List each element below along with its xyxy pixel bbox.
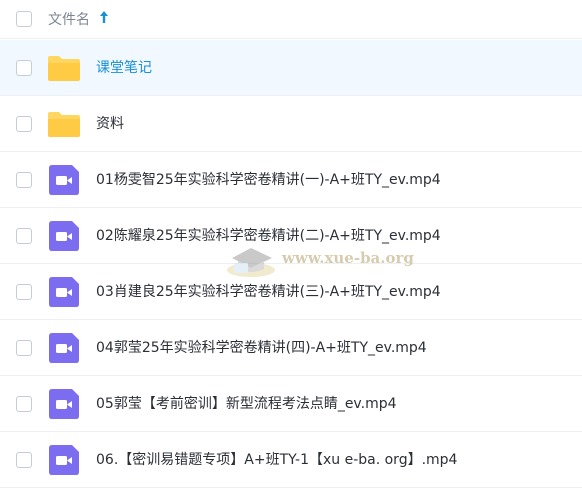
video-file-icon [49,277,79,307]
video-file-icon [49,221,79,251]
row-checkbox[interactable] [16,452,32,468]
list-item-video[interactable]: 05郭莹【考前密训】新型流程考法点睛_ev.mp4 [0,376,582,432]
row-checkbox[interactable] [16,340,32,356]
file-list: 文件名 课堂笔记 资料 01杨雯智25年实验科学密卷精讲(一)-A+班TY_ev… [0,0,582,488]
row-checkbox[interactable] [16,284,32,300]
video-file-icon [49,389,79,419]
file-name[interactable]: 06.【密训易错题专项】A+班TY-1【xu e-ba. org】.mp4 [96,450,457,470]
file-name[interactable]: 资料 [96,114,124,134]
file-name[interactable]: 03肖建良25年实验科学密卷精讲(三)-A+班TY_ev.mp4 [96,282,441,302]
list-item-video[interactable]: 01杨雯智25年实验科学密卷精讲(一)-A+班TY_ev.mp4 [0,152,582,208]
list-item-video[interactable]: 04郭莹25年实验科学密卷精讲(四)-A+班TY_ev.mp4 [0,320,582,376]
list-item-video[interactable]: 06.【密训易错题专项】A+班TY-1【xu e-ba. org】.mp4 [0,432,582,488]
file-name[interactable]: 04郭莹25年实验科学密卷精讲(四)-A+班TY_ev.mp4 [96,338,427,358]
select-all-checkbox[interactable] [16,11,32,27]
watermark-text: www.xue-ba.org [282,249,414,267]
row-checkbox[interactable] [16,228,32,244]
row-checkbox[interactable] [16,60,32,76]
video-file-icon [49,333,79,363]
file-name[interactable]: 课堂笔记 [96,58,152,78]
graduation-cap-logo-icon [227,248,275,277]
video-file-icon [49,165,79,195]
video-file-icon [49,445,79,475]
list-item-folder[interactable]: 课堂笔记 [0,40,582,96]
row-checkbox[interactable] [16,396,32,412]
file-name[interactable]: 05郭莹【考前密训】新型流程考法点睛_ev.mp4 [96,394,397,414]
row-checkbox[interactable] [16,172,32,188]
sort-arrow-up-icon[interactable] [99,10,109,24]
column-header-filename[interactable]: 文件名 [48,9,90,29]
watermark: www.xue-ba.org [222,236,422,280]
list-header: 文件名 [0,0,582,39]
row-checkbox[interactable] [16,116,32,132]
list-item-folder[interactable]: 资料 [0,96,582,152]
folder-icon [48,56,80,81]
file-name[interactable]: 01杨雯智25年实验科学密卷精讲(一)-A+班TY_ev.mp4 [96,170,441,190]
folder-icon [48,112,80,137]
